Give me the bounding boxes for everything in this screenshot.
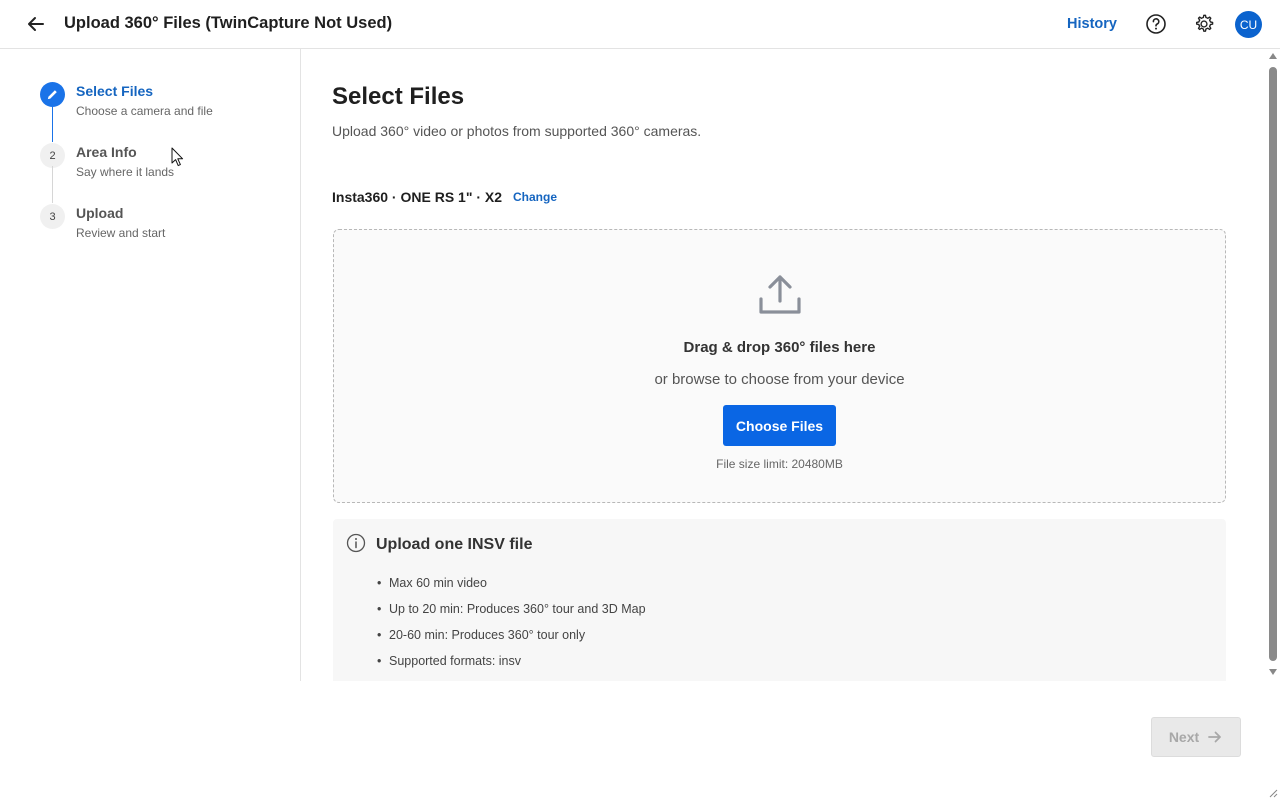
step-title: Select Files — [76, 83, 154, 99]
step-title: Upload — [76, 205, 124, 221]
file-size-limit: File size limit: 20480MB — [716, 457, 843, 471]
scroll-down-arrow-icon[interactable] — [1269, 669, 1277, 675]
settings-button[interactable] — [1192, 12, 1216, 36]
arrow-left-icon — [28, 17, 44, 31]
step-1-indicator — [40, 82, 65, 107]
step-subtitle: Choose a camera and file — [76, 104, 213, 118]
next-label: Next — [1168, 729, 1200, 745]
file-dropzone[interactable]: Drag & drop 360° files here or browse to… — [333, 229, 1226, 503]
history-link[interactable]: History — [1067, 16, 1117, 32]
resize-grip-icon[interactable] — [1268, 788, 1278, 798]
step-subtitle: Review and start — [76, 226, 166, 240]
list-item: Supported formats: insv — [377, 654, 646, 680]
help-button[interactable] — [1144, 12, 1168, 36]
list-item: Max 60 min video — [377, 576, 646, 602]
vertical-scrollbar[interactable] — [1267, 49, 1280, 681]
change-camera-link[interactable]: Change — [513, 190, 557, 204]
page-title: Upload 360° Files (TwinCapture Not Used) — [64, 14, 393, 32]
step-connector — [52, 166, 53, 203]
step-select-files[interactable]: Select Files Choose a camera and file — [40, 82, 280, 132]
info-title: Upload one INSV file — [376, 536, 533, 553]
step-2-indicator: 2 — [40, 143, 65, 168]
upload-icon — [759, 275, 801, 314]
app-header: Upload 360° Files (TwinCapture Not Used)… — [0, 0, 1280, 49]
info-icon — [346, 533, 366, 553]
next-button[interactable]: Next — [1151, 717, 1241, 757]
section-subtitle: Upload 360° video or photos from support… — [332, 123, 702, 139]
step-title: Area Info — [76, 144, 137, 160]
section-title: Select Files — [332, 83, 465, 110]
arrow-right-icon — [1208, 731, 1222, 743]
gear-icon — [1195, 14, 1214, 32]
step-subtitle: Say where it lands — [76, 165, 175, 179]
info-list: Max 60 min video Up to 20 min: Produces … — [377, 576, 646, 680]
upload-info-panel: Upload one INSV file Max 60 min video Up… — [333, 519, 1226, 681]
user-avatar[interactable]: CU — [1235, 11, 1262, 38]
list-item: Up to 20 min: Produces 360° tour and 3D … — [377, 602, 646, 628]
step-connector — [52, 106, 53, 142]
choose-files-button[interactable]: Choose Files — [723, 405, 836, 446]
scroll-thumb[interactable] — [1269, 67, 1277, 661]
dropzone-title: Drag & drop 360° files here — [683, 339, 876, 356]
step-upload[interactable]: 3 Upload Review and start — [40, 204, 280, 254]
step-3-indicator: 3 — [40, 204, 65, 229]
scroll-up-arrow-icon[interactable] — [1269, 53, 1277, 59]
dropzone-subtitle: or browse to choose from your device — [654, 371, 905, 388]
help-circle-icon — [1146, 14, 1166, 34]
back-button[interactable] — [22, 10, 50, 38]
pencil-icon — [47, 90, 57, 100]
list-item: 20-60 min: Produces 360° tour only — [377, 628, 646, 654]
main-content: Select Files Upload 360° video or photos… — [301, 49, 1267, 681]
step-area-info[interactable]: 2 Area Info Say where it lands — [40, 143, 280, 193]
selected-camera: Insta360 · ONE RS 1" · X2 — [332, 189, 503, 205]
